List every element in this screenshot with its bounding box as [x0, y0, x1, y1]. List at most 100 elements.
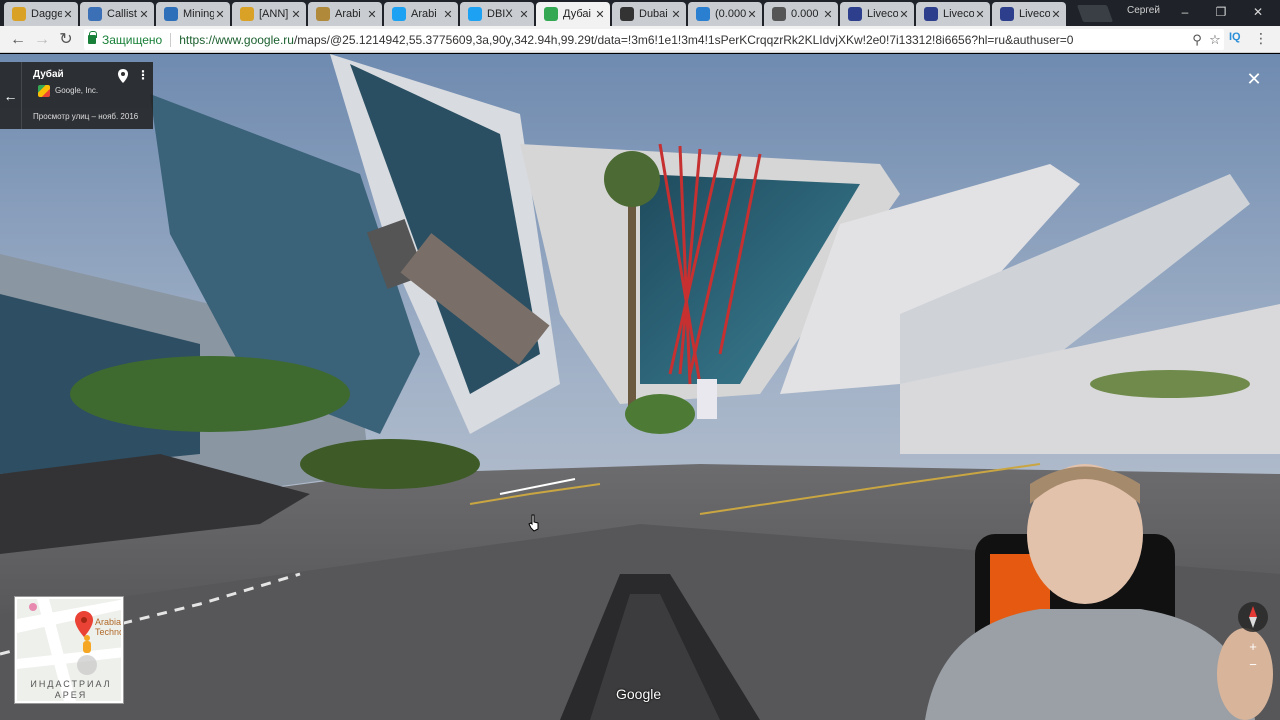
browser-tab[interactable]: Liveco ✕: [992, 2, 1066, 26]
tab-close-icon[interactable]: ✕: [214, 8, 226, 21]
url-path: /maps/@25.1214942,55.3775609,3a,90y,342.…: [293, 32, 1074, 47]
ring-icon: [848, 7, 862, 21]
new-tab-button[interactable]: [1076, 5, 1114, 22]
browser-tab[interactable]: 0.000 ✕: [764, 2, 838, 26]
minimap-area-label: ИНДАСТРИАЛ АРЕЯ: [30, 679, 112, 700]
tab-title: Liveco: [943, 8, 974, 20]
tab-title: Liveco: [1019, 8, 1050, 20]
lock-icon: [88, 31, 97, 44]
tab-close-icon[interactable]: ✕: [822, 8, 834, 21]
forward-arrow-icon[interactable]: →: [32, 30, 52, 50]
tab-title: Arabi: [335, 8, 361, 20]
tab-title: DBIX: [487, 8, 513, 20]
browser-menu-icon[interactable]: ⋮: [1254, 30, 1268, 47]
window-close-icon[interactable]: ✕: [1247, 3, 1269, 21]
browser-tab[interactable]: [ANN] ✕: [232, 2, 306, 26]
hand-cursor-icon: [528, 514, 539, 532]
address-bar[interactable]: Защищено https://www.google.ru/maps/@25.…: [84, 29, 1224, 50]
minimap-poi-label: Arabia Techno: [95, 617, 123, 637]
tab-title: Callist: [107, 8, 137, 20]
tab-title: 0.000: [791, 8, 819, 20]
compass-control[interactable]: [1238, 602, 1268, 632]
capture-date: Просмотр улиц – нояб. 2016: [33, 112, 139, 121]
profile-name[interactable]: Сергей: [1127, 5, 1160, 16]
url-host: https://www.google.ru: [179, 32, 294, 47]
maps-icon: [544, 7, 558, 21]
browser-tab[interactable]: Dubai ✕: [612, 2, 686, 26]
browser-tab[interactable]: Liveco ✕: [840, 2, 914, 26]
google-logo: Google: [616, 686, 662, 702]
tab-close-icon[interactable]: ✕: [138, 8, 150, 21]
tab-close-icon[interactable]: ✕: [518, 8, 530, 21]
tab-title: Dubai: [639, 8, 668, 20]
reload-icon[interactable]: ↻: [56, 30, 76, 50]
maximize-icon[interactable]: ❐: [1210, 3, 1232, 21]
zoom-out-button[interactable]: −: [1244, 656, 1262, 674]
gear-icon: [164, 7, 178, 21]
coin-icon: [12, 7, 26, 21]
browser-tab[interactable]: Arabi ✕: [384, 2, 458, 26]
browser-tab[interactable]: Дубаі ✕: [536, 2, 610, 26]
zoom-in-button[interactable]: +: [1244, 638, 1262, 656]
compass-icon: [1249, 606, 1257, 628]
secure-label: Защищено: [102, 32, 163, 47]
tab-close-icon[interactable]: ✕: [898, 8, 910, 21]
tab-title: Mining: [183, 8, 214, 20]
cluster-icon: [772, 7, 786, 21]
panorama-image: [0, 54, 1280, 720]
browser-tab[interactable]: Arabi ✕: [308, 2, 382, 26]
imagery-owner[interactable]: Google, Inc.: [55, 86, 98, 95]
browser-tab[interactable]: Callist ✕: [80, 2, 154, 26]
tab-close-icon[interactable]: ✕: [670, 8, 682, 21]
tab-close-icon[interactable]: ✕: [594, 8, 606, 21]
tab-close-icon[interactable]: ✕: [746, 8, 758, 21]
back-arrow-icon[interactable]: ←: [8, 30, 28, 50]
place-name[interactable]: Дубай: [33, 69, 64, 80]
x-icon: [88, 7, 102, 21]
close-street-view-icon[interactable]: ✕: [1244, 69, 1264, 89]
twitter-icon: [468, 7, 482, 21]
coin-icon: [240, 7, 254, 21]
m-icon: [620, 7, 634, 21]
url-text[interactable]: https://www.google.ru/maps/@25.1214942,5…: [179, 33, 1188, 47]
tab-title: Arabi: [411, 8, 437, 20]
tab-close-icon[interactable]: ✕: [442, 8, 454, 21]
back-to-map-icon[interactable]: ←: [0, 62, 22, 129]
tab-close-icon[interactable]: ✕: [62, 8, 74, 21]
browser-tab[interactable]: (0.000 ✕: [688, 2, 762, 26]
bookmark-star-icon[interactable]: ☆: [1206, 32, 1224, 48]
map-pin-icon[interactable]: [118, 69, 128, 83]
tab-title: Liveco: [867, 8, 898, 20]
street-view-panorama[interactable]: [0, 54, 1280, 720]
extension-iq-icon[interactable]: IQ: [1229, 31, 1241, 43]
browser-toolbar: ← → ↻ Защищено https://www.google.ru/map…: [0, 26, 1280, 53]
tab-strip: Dagge ✕ Callist ✕ Mining ✕ [ANN] ✕ Arabi ✕ Arabi ✕ D…: [0, 0, 1280, 26]
search-zoom-icon[interactable]: ⚲: [1188, 32, 1206, 48]
location-marker-icon: [75, 611, 93, 637]
tab-title: Dagge: [31, 8, 62, 20]
browser-tab[interactable]: Liveco ✕: [916, 2, 990, 26]
omnibox-divider: [170, 32, 172, 47]
tab-close-icon[interactable]: ✕: [974, 8, 986, 21]
twitter-icon: [392, 7, 406, 21]
minimap[interactable]: Arabia Techno ИНДАСТРИАЛ АРЕЯ: [15, 597, 123, 703]
tab-title: Дубаі: [563, 8, 591, 20]
pegman-icon: [83, 635, 91, 653]
browser-tab[interactable]: Dagge ✕: [4, 2, 78, 26]
google-maps-logo-icon: [38, 85, 50, 97]
browser-tab[interactable]: Mining ✕: [156, 2, 230, 26]
minimize-icon[interactable]: –: [1174, 3, 1196, 21]
location-info-card: ← Дубай Google, Inc. Просмотр улиц – ноя…: [0, 62, 153, 129]
triangle-icon: [316, 7, 330, 21]
bird-icon: [696, 7, 710, 21]
tab-close-icon[interactable]: ✕: [290, 8, 302, 21]
tab-close-icon[interactable]: ✕: [1050, 8, 1062, 21]
secure-indicator[interactable]: Защищено: [84, 31, 163, 47]
more-options-icon[interactable]: ⋮: [137, 68, 149, 82]
ring-icon: [1000, 7, 1014, 21]
ring-icon: [924, 7, 938, 21]
tab-title: [ANN]: [259, 8, 289, 20]
browser-tab[interactable]: DBIX ✕: [460, 2, 534, 26]
tab-close-icon[interactable]: ✕: [366, 8, 378, 21]
tab-title: (0.000: [715, 8, 746, 20]
